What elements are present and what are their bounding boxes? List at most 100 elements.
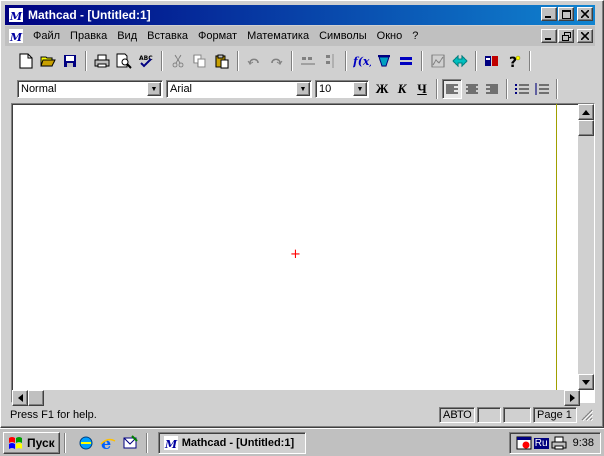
system-tray: Ru 9:38 (509, 432, 601, 454)
language-indicator[interactable]: Ru (533, 437, 549, 449)
worksheet-area[interactable]: + (11, 103, 595, 406)
paste-icon[interactable] (211, 50, 233, 72)
scroll-thumb-horizontal[interactable] (28, 390, 44, 406)
align-center-button[interactable] (462, 79, 482, 99)
toolbar-separator (345, 51, 347, 71)
page-boundary (556, 104, 557, 390)
toolbar-separator (436, 79, 438, 99)
minimize-button[interactable] (541, 7, 557, 21)
svg-text:M: M (164, 438, 178, 451)
print-icon[interactable] (91, 50, 113, 72)
minimize-icon (545, 38, 551, 40)
desktop-icon[interactable] (76, 433, 96, 453)
open-icon[interactable] (37, 50, 59, 72)
svg-text:f(x): f(x) (353, 55, 371, 68)
underline-button[interactable]: Ч (412, 79, 432, 99)
arrow-down-icon (582, 379, 590, 385)
style-select[interactable]: Normal ▼ (17, 80, 163, 98)
close-icon (581, 32, 589, 40)
menu-view[interactable]: Вид (112, 30, 142, 42)
copy-icon[interactable] (189, 50, 211, 72)
scheduler-icon[interactable] (516, 435, 532, 451)
toolbar-separator (161, 51, 163, 71)
style-value: Normal (21, 83, 57, 95)
align-down-icon[interactable] (319, 50, 341, 72)
undo-icon[interactable] (243, 50, 265, 72)
font-value: Arial (170, 83, 193, 95)
menu-math[interactable]: Математика (242, 30, 314, 42)
taskbar-separator (145, 432, 148, 453)
spellcheck-icon[interactable]: ABC (135, 50, 157, 72)
arrow-up-icon (582, 109, 590, 115)
menu-insert[interactable]: Вставка (142, 30, 193, 42)
doc-close-button[interactable] (577, 29, 593, 43)
font-size-select[interactable]: 10 ▼ (315, 80, 369, 98)
chevron-down-icon[interactable]: ▼ (353, 82, 367, 96)
new-icon[interactable] (15, 50, 37, 72)
printer-icon[interactable] (551, 435, 567, 451)
doc-minimize-button[interactable] (541, 29, 557, 43)
bullets-button[interactable] (512, 79, 532, 99)
close-button[interactable] (577, 7, 593, 21)
vertical-scrollbar[interactable] (578, 104, 594, 390)
task-button-mathcad[interactable]: M Mathcad - [Untitled:1] (157, 431, 306, 454)
menu-help[interactable]: ? (407, 30, 423, 42)
menu-file[interactable]: Файл (28, 30, 65, 42)
clock[interactable]: 9:38 (573, 437, 594, 449)
maximize-button[interactable] (558, 7, 574, 21)
menu-edit[interactable]: Правка (65, 30, 112, 42)
mathcad-icon: M (163, 435, 178, 451)
document-mathcad-icon[interactable]: M (8, 28, 24, 44)
status-help-text: Press F1 for help. (10, 409, 97, 421)
font-size-value: 10 (319, 83, 332, 95)
redo-icon[interactable] (265, 50, 287, 72)
cut-icon[interactable] (167, 50, 189, 72)
menu-format[interactable]: Формат (193, 30, 242, 42)
align-left-button[interactable] (442, 79, 462, 99)
internet-explorer-icon[interactable]: e (98, 433, 118, 453)
scroll-down-button[interactable] (578, 374, 594, 390)
title-bar[interactable]: M Mathcad - [Untitled:1] (5, 5, 595, 25)
toolbar-separator (237, 51, 239, 71)
insert-graph-icon[interactable] (427, 50, 449, 72)
save-icon[interactable] (59, 50, 81, 72)
horizontal-scrollbar[interactable] (12, 390, 580, 406)
status-panel-empty-2 (503, 407, 531, 423)
chevron-down-icon[interactable]: ▼ (147, 82, 161, 96)
arrow-right-icon (569, 394, 575, 402)
font-select[interactable]: Arial ▼ (166, 80, 312, 98)
svg-text:M: M (9, 10, 23, 23)
menu-symbolics[interactable]: Символы (314, 30, 372, 42)
status-page: Page 1 (533, 407, 577, 423)
toolbar-separator (85, 51, 87, 71)
outlook-express-icon[interactable] (120, 433, 140, 453)
arrow-left-icon (17, 394, 23, 402)
numbering-button[interactable] (532, 79, 552, 99)
print-preview-icon[interactable] (113, 50, 135, 72)
mathcad-icon: M (8, 7, 24, 23)
scroll-thumb[interactable] (578, 120, 594, 136)
start-label: Пуск (27, 435, 55, 450)
resources-icon[interactable] (481, 50, 503, 72)
align-right-button[interactable] (482, 79, 502, 99)
align-across-icon[interactable] (297, 50, 319, 72)
calculate-icon[interactable] (395, 50, 417, 72)
italic-button[interactable]: К (392, 79, 412, 99)
scroll-left-button[interactable] (12, 390, 28, 406)
scroll-right-button[interactable] (564, 390, 580, 406)
chevron-down-icon[interactable]: ▼ (296, 82, 310, 96)
doc-restore-button[interactable] (558, 29, 574, 43)
status-panel-empty-1 (477, 407, 501, 423)
bullet-list-icon (515, 84, 529, 94)
insert-component-icon[interactable] (449, 50, 471, 72)
bold-button[interactable]: Ж (372, 79, 392, 99)
help-icon[interactable]: ? (503, 50, 525, 72)
menu-window[interactable]: Окно (372, 30, 408, 42)
scroll-up-button[interactable] (578, 104, 594, 120)
start-button[interactable]: Пуск (3, 431, 60, 454)
status-mode: АВТО (439, 407, 475, 423)
insert-unit-icon[interactable] (373, 50, 395, 72)
insert-function-icon[interactable]: f(x) (351, 50, 373, 72)
resize-grip-icon[interactable] (581, 409, 594, 422)
standard-toolbar: ABC f(x) (5, 48, 595, 74)
